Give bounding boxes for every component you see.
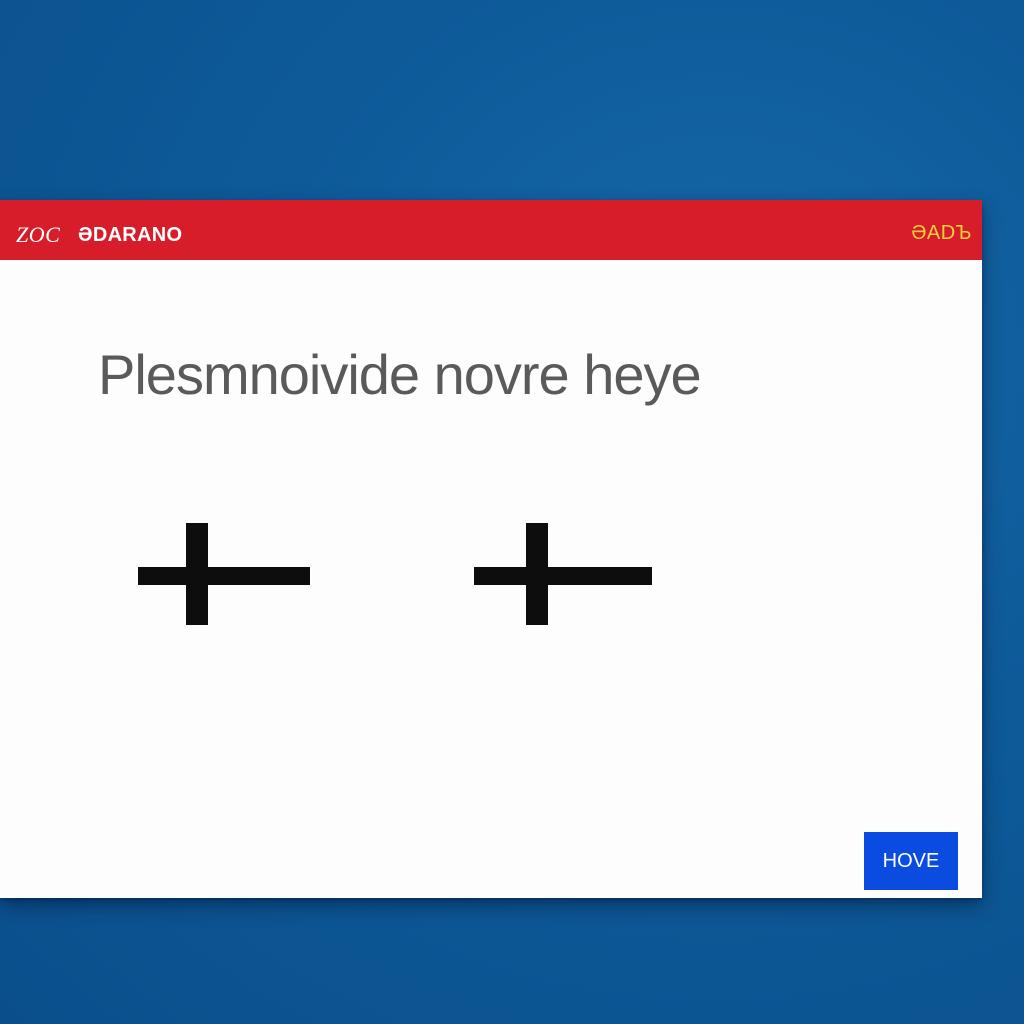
dialog-message: Plesmnoivide novre heye xyxy=(98,343,702,406)
plus-icon-horizontal-bar xyxy=(138,567,310,585)
desktop-background: ZOC ƏDARANO ƏADЪ Plesmnoivide novre heye… xyxy=(0,0,1024,1024)
plus-icon-vertical-bar xyxy=(186,523,208,625)
plus-icon-vertical-bar xyxy=(526,523,548,625)
app-name: ZOC xyxy=(16,222,61,247)
dialog-window: ZOC ƏDARANO ƏADЪ Plesmnoivide novre heye… xyxy=(0,200,982,898)
title-bar-corner-button[interactable]: ƏADЪ xyxy=(911,222,972,245)
dialog-content: Plesmnoivide novre heye HOVE xyxy=(0,260,982,898)
plus-icon[interactable] xyxy=(138,523,310,625)
primary-action-button[interactable]: HOVE xyxy=(864,832,958,890)
plus-icon[interactable] xyxy=(474,523,652,625)
title-bar: ZOC ƏDARANO ƏADЪ xyxy=(0,200,982,260)
window-title: ƏDARANO xyxy=(78,224,183,246)
plus-icon-horizontal-bar xyxy=(474,567,652,585)
